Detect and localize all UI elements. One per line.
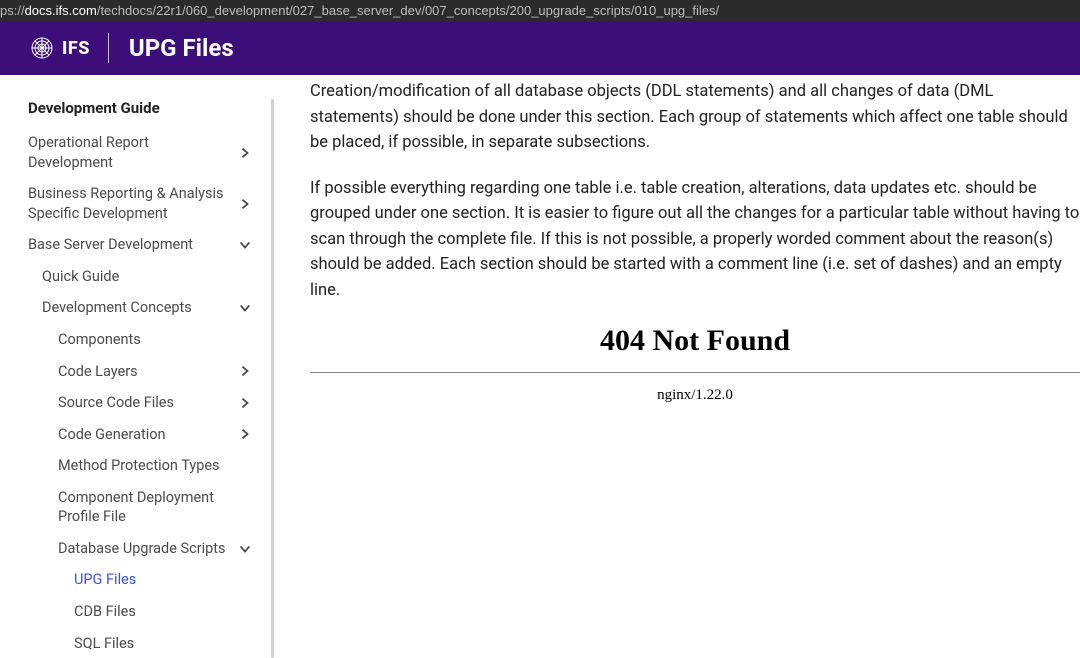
swirl-icon bbox=[30, 36, 54, 60]
sidebar-item-9[interactable]: Method Protection Types bbox=[28, 450, 270, 482]
sidebar-item-14[interactable]: SQL Files bbox=[28, 628, 270, 658]
chevron-right-icon bbox=[238, 396, 252, 410]
sidebar-item-label: Component Deployment Profile File bbox=[58, 488, 252, 527]
sidebar-item-6[interactable]: Code Layers bbox=[28, 356, 270, 388]
sidebar-item-7[interactable]: Source Code Files bbox=[28, 387, 270, 419]
sidebar-item-8[interactable]: Code Generation bbox=[28, 419, 270, 451]
url-path: /techdocs/22r1/060_development/027_base_… bbox=[97, 3, 719, 18]
sidebar-item-label: Development Concepts bbox=[42, 298, 238, 318]
brand-text: IFS bbox=[62, 38, 90, 59]
brand-logo[interactable]: IFS bbox=[30, 33, 109, 63]
sidebar-item-label: Business Reporting & Analysis Specific D… bbox=[28, 184, 238, 223]
sidebar-item-12[interactable]: UPG Files bbox=[28, 564, 270, 596]
main-content: Creation/modification of all database ob… bbox=[280, 75, 1080, 658]
sidebar-item-label: Code Layers bbox=[58, 362, 238, 382]
sidebar-item-0[interactable]: Operational Report Development bbox=[28, 127, 270, 178]
app-header: IFS UPG Files bbox=[0, 21, 1080, 75]
error-server: nginx/1.22.0 bbox=[310, 387, 1080, 404]
sidebar-item-label: Components bbox=[58, 330, 252, 350]
error-divider bbox=[310, 372, 1080, 373]
chevron-right-icon bbox=[238, 146, 252, 160]
guide-heading[interactable]: Development Guide bbox=[28, 99, 270, 117]
sidebar-nav: Development Guide Operational Report Dev… bbox=[0, 75, 280, 658]
page-title: UPG Files bbox=[129, 34, 234, 62]
chevron-down-icon bbox=[238, 542, 252, 556]
sidebar-item-11[interactable]: Database Upgrade Scripts bbox=[28, 533, 270, 565]
url-prefix: ps:// bbox=[0, 3, 25, 18]
sidebar-item-1[interactable]: Business Reporting & Analysis Specific D… bbox=[28, 178, 270, 229]
chevron-down-icon bbox=[238, 238, 252, 252]
error-title: 404 Not Found bbox=[310, 324, 1080, 358]
paragraph-2: If possible everything regarding one tab… bbox=[310, 176, 1080, 304]
url-host: docs.ifs.com bbox=[25, 3, 97, 18]
sidebar-item-label: Code Generation bbox=[58, 425, 238, 445]
paragraph-1: Creation/modification of all database ob… bbox=[310, 79, 1080, 156]
sidebar-item-2[interactable]: Base Server Development bbox=[28, 229, 270, 261]
sidebar-item-3[interactable]: Quick Guide bbox=[28, 261, 270, 293]
sidebar-item-label: CDB Files bbox=[74, 602, 252, 622]
chevron-down-icon bbox=[238, 301, 252, 315]
sidebar-item-label: Database Upgrade Scripts bbox=[58, 539, 238, 559]
sidebar-item-label: UPG Files bbox=[74, 570, 252, 590]
chevron-right-icon bbox=[238, 197, 252, 211]
sidebar-item-label: SQL Files bbox=[74, 634, 252, 654]
sidebar-item-5[interactable]: Components bbox=[28, 324, 270, 356]
sidebar-item-label: Base Server Development bbox=[28, 235, 238, 255]
chevron-right-icon bbox=[238, 364, 252, 378]
sidebar-item-4[interactable]: Development Concepts bbox=[28, 292, 270, 324]
sidebar-item-10[interactable]: Component Deployment Profile File bbox=[28, 482, 270, 533]
sidebar-item-label: Operational Report Development bbox=[28, 133, 238, 172]
sidebar-item-label: Source Code Files bbox=[58, 393, 238, 413]
sidebar-item-label: Method Protection Types bbox=[58, 456, 252, 476]
error-frame: 404 Not Found nginx/1.22.0 bbox=[310, 324, 1080, 404]
address-bar[interactable]: ps://docs.ifs.com/techdocs/22r1/060_deve… bbox=[0, 0, 1080, 21]
sidebar-item-label: Quick Guide bbox=[42, 267, 252, 287]
sidebar-item-13[interactable]: CDB Files bbox=[28, 596, 270, 628]
chevron-right-icon bbox=[238, 427, 252, 441]
